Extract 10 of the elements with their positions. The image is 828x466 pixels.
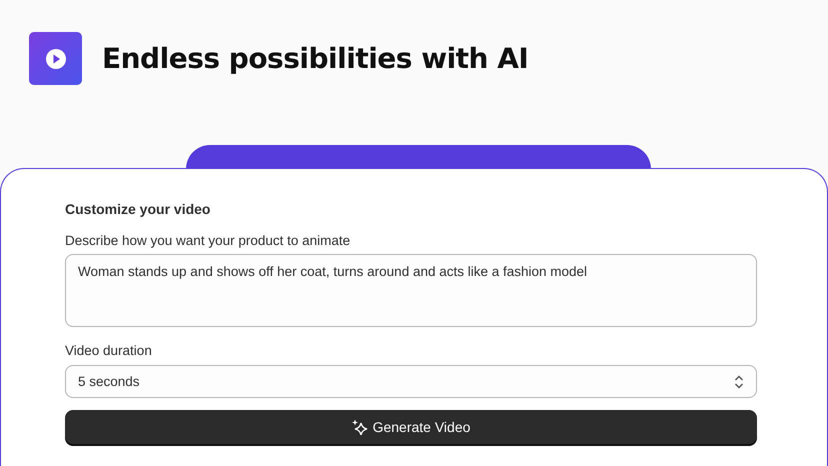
page-title: Endless possibilities with AI — [102, 42, 528, 75]
field-label: Describe how you want your product to animate — [65, 233, 352, 248]
generate-video-button[interactable]: Generate Video — [65, 410, 757, 444]
logo-icon — [29, 32, 82, 85]
duration-select[interactable]: 5 seconds — [65, 365, 757, 398]
sparkle-icon — [352, 419, 368, 435]
prompt-field[interactable]: Woman stands up and shows off her coat, turns around and acts like a fashion model — [65, 254, 757, 327]
chevron-updown-icon — [734, 374, 744, 388]
form-heading: Customize your video — [65, 201, 212, 217]
field-label: Video duration — [65, 343, 153, 358]
